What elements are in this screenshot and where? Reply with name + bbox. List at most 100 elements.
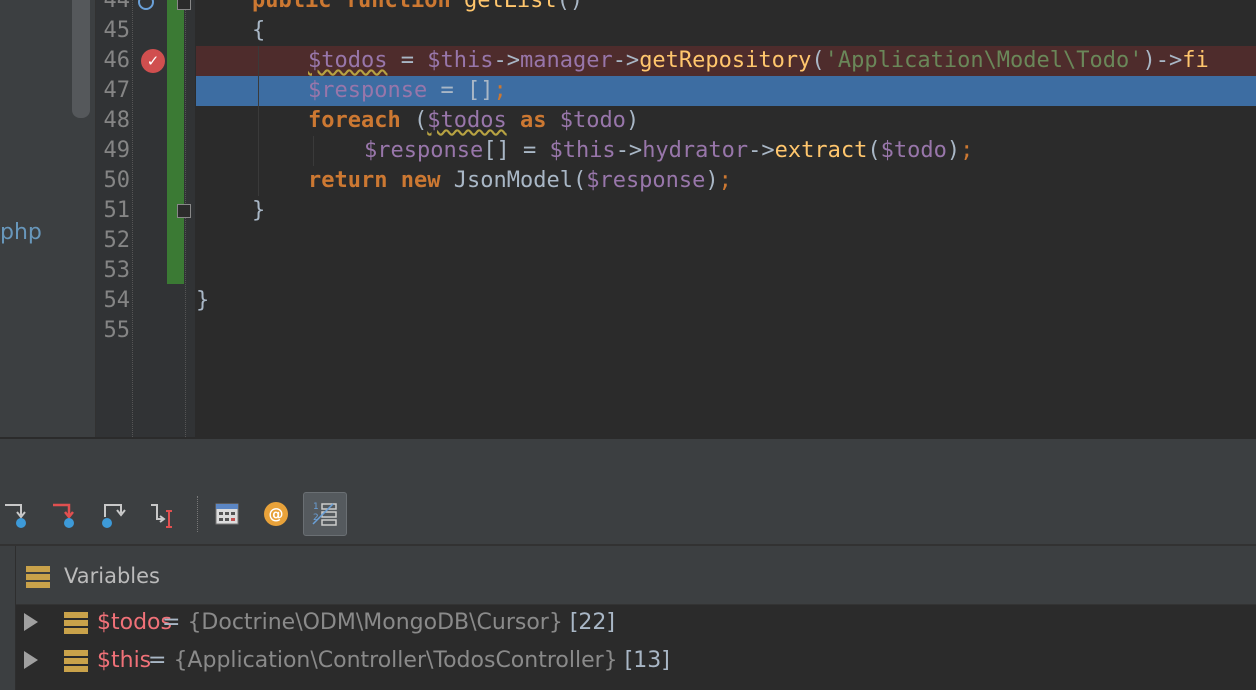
code-text: (: [867, 138, 881, 163]
code-function: getList: [463, 0, 557, 13]
variables-tree[interactable]: $todos = {Doctrine\ODM\MongoDB\Cursor} […: [16, 605, 1256, 690]
code-text: = []: [427, 78, 494, 103]
svg-text:1: 1: [313, 502, 319, 512]
code-variable: $response: [308, 78, 428, 103]
fold-icon[interactable]: [177, 0, 191, 10]
force-step-into-icon: [53, 503, 74, 528]
code-text: ->: [1155, 48, 1183, 73]
fold-icon[interactable]: [177, 204, 191, 218]
watch-icon: @: [264, 502, 288, 526]
code-text: ->: [748, 138, 775, 163]
code-keyword: as: [519, 108, 547, 133]
evaluate-expression-button[interactable]: [205, 492, 249, 536]
variable-count: [22]: [562, 610, 615, 635]
code-line[interactable]: return new JsonModel($response);: [308, 166, 732, 196]
field-icon: [64, 612, 88, 634]
code-semicolon: ;: [960, 138, 974, 163]
code-line[interactable]: }: [196, 286, 209, 316]
step-out-button[interactable]: [90, 492, 134, 536]
code-text: }: [196, 288, 210, 313]
code-line[interactable]: $response = [];: [308, 76, 507, 106]
code-text: }: [252, 198, 266, 223]
code-line[interactable]: $todos = $this->manager->getRepository('…: [308, 46, 1209, 76]
code-keyword: public: [252, 0, 332, 13]
run-to-cursor-icon: [151, 504, 172, 528]
evaluate-expression-icon: [215, 503, 239, 525]
line-number: 51: [103, 198, 131, 223]
code-line[interactable]: foreach ($todos as $todo): [308, 106, 639, 136]
code-line[interactable]: public function getList(): [252, 0, 583, 16]
code-function: extract: [774, 138, 868, 163]
toolbar-separator: [197, 496, 198, 532]
variable-equals: =: [148, 648, 174, 673]
expand-arrow-icon[interactable]: [24, 651, 38, 669]
indent-guide: [258, 46, 259, 196]
code-line[interactable]: {: [252, 16, 265, 46]
step-into-button[interactable]: [0, 492, 38, 536]
code-text: [] =: [483, 138, 550, 163]
code-keyword: function: [344, 0, 451, 13]
debug-panel-header: [0, 437, 1256, 486]
code-variable: $this: [549, 138, 616, 163]
code-line[interactable]: $response[] = $this->hydrator->extract($…: [364, 136, 973, 166]
code-text: ): [705, 168, 719, 193]
variable-count: [13]: [617, 648, 670, 673]
variables-icon: [26, 566, 50, 588]
watch-button[interactable]: @: [254, 492, 298, 536]
svg-text:@: @: [269, 505, 284, 523]
code-variable: $todo: [880, 138, 947, 163]
code-semicolon: ;: [493, 78, 507, 103]
code-variable: $response: [364, 138, 484, 163]
line-number: 49: [103, 138, 131, 163]
step-into-icon: [5, 504, 26, 528]
variable-name: $this: [97, 648, 152, 673]
variable-row[interactable]: $this = {Application\Controller\TodosCon…: [16, 643, 1256, 681]
force-step-into-button[interactable]: [42, 492, 86, 536]
line-number: 47: [103, 78, 131, 103]
variables-header: Variables: [16, 546, 1256, 605]
code-class: JsonModel: [453, 168, 573, 193]
code-variable: $response: [586, 168, 706, 193]
project-file-label[interactable]: php: [0, 220, 42, 245]
line-number: 52: [103, 228, 131, 253]
variable-name: $todos: [97, 610, 172, 635]
show-values-icon: 1 2: [312, 502, 337, 526]
code-text: ->: [615, 138, 643, 163]
line-number: 53: [103, 258, 131, 283]
run-to-cursor-button[interactable]: [140, 492, 184, 536]
line-number: 46: [103, 48, 131, 73]
line-number: 50: [103, 168, 131, 193]
variable-value: = {Doctrine\ODM\MongoDB\Cursor} [22]: [162, 610, 615, 635]
code-function: getRepository: [639, 48, 812, 73]
vcs-change-marker[interactable]: [167, 0, 184, 284]
code-variable: $todo: [559, 108, 626, 133]
code-text: (): [556, 0, 584, 13]
indent-guide: [313, 136, 314, 166]
code-text: {: [252, 18, 266, 43]
field-icon: [64, 650, 88, 672]
code-function: fi: [1182, 48, 1209, 73]
variable-type: {Doctrine\ODM\MongoDB\Cursor}: [187, 610, 563, 635]
breakpoint-icon[interactable]: ✓: [141, 49, 165, 73]
variables-panel: Variables $todos = {Doctrine\ODM\MongoDB…: [0, 546, 1256, 690]
code-text: (: [811, 48, 825, 73]
code-variable: $this: [427, 48, 494, 73]
debug-toolbar: @ 1 2: [0, 484, 1256, 546]
line-number: 48: [103, 108, 131, 133]
expand-arrow-icon[interactable]: [24, 613, 38, 631]
code-editor[interactable]: php ✓ 44 45 46 47 48 49 50 51 52 53 54 5…: [0, 0, 1256, 437]
gutter-divider: [132, 0, 133, 437]
code-keyword: return: [308, 168, 388, 193]
code-variable: $todos: [427, 108, 507, 133]
code-semicolon: ;: [718, 168, 732, 193]
show-values-button[interactable]: 1 2: [303, 492, 347, 536]
code-text: ): [1142, 48, 1156, 73]
code-line[interactable]: }: [252, 196, 265, 226]
variable-row[interactable]: $todos = {Doctrine\ODM\MongoDB\Cursor} […: [16, 605, 1256, 643]
code-string: 'Application\Model\Todo': [824, 48, 1143, 73]
code-text: ->: [493, 48, 520, 73]
code-variable: $todos: [308, 48, 388, 73]
code-text: ): [625, 108, 640, 133]
code-text: =: [387, 48, 428, 73]
project-scrollbar[interactable]: [72, 0, 90, 118]
